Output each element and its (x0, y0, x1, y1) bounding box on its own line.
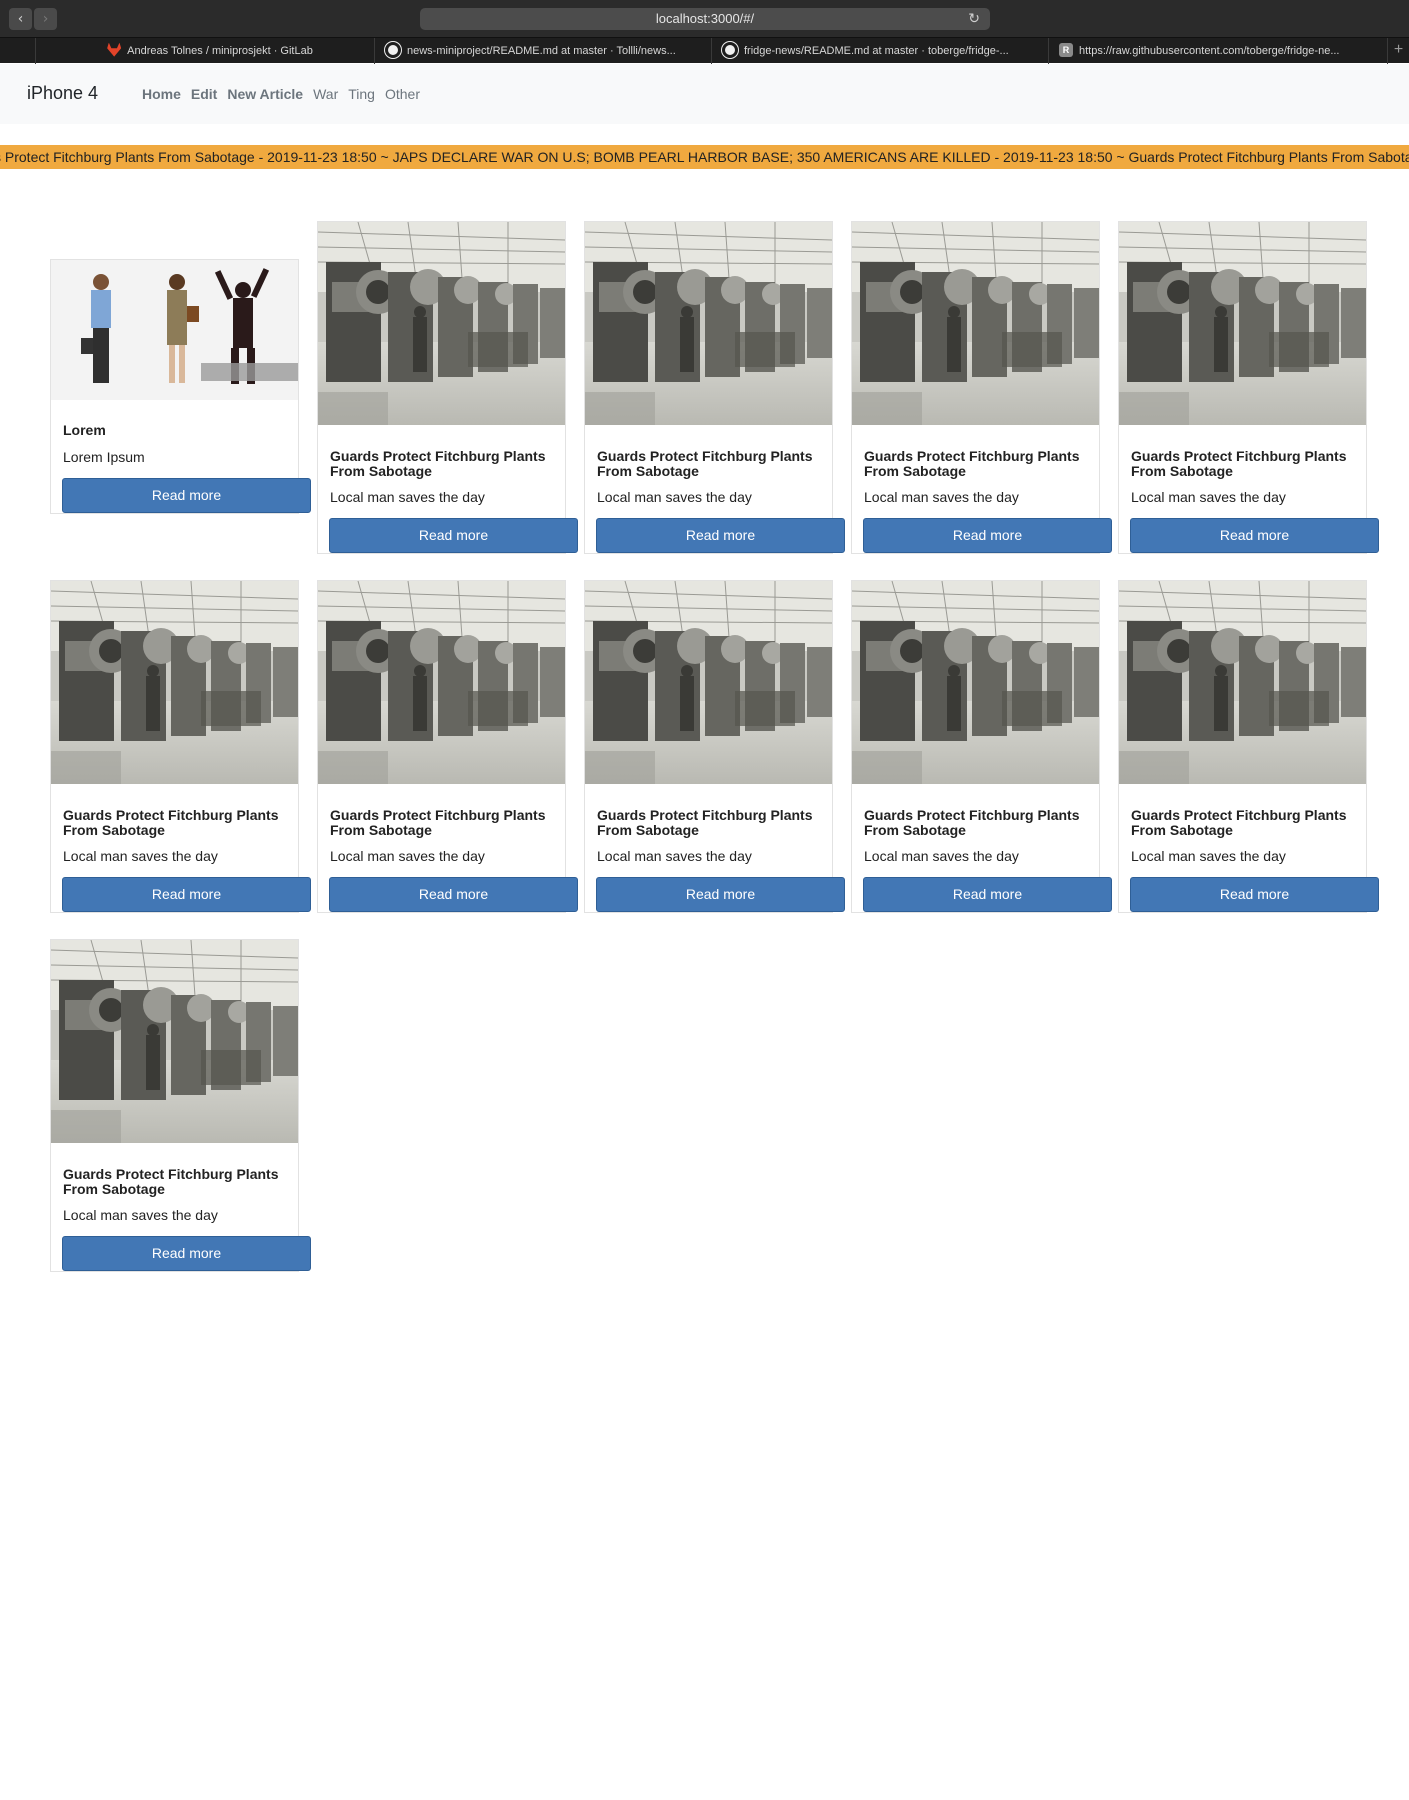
card-text: Local man saves the day (597, 489, 752, 505)
card-title: Guards Protect Fitchburg Plants From Sab… (864, 807, 1080, 838)
card-text: Local man saves the day (1131, 848, 1286, 864)
card-title: Guards Protect Fitchburg Plants From Sab… (63, 1166, 279, 1197)
factory-photo (51, 940, 298, 1143)
card-text: Lorem Ipsum (63, 449, 145, 465)
browser-tab[interactable]: fridge-news/README.md at master · toberg… (711, 38, 1048, 64)
url-text: localhost:3000/#/ (655, 11, 755, 26)
address-bar[interactable]: localhost:3000/#/ ↻ (420, 8, 990, 30)
browser-toolbar: ‹ › localhost:3000/#/ ↻ (0, 0, 1409, 37)
card-title: Guards Protect Fitchburg Plants From Sab… (597, 448, 813, 479)
factory-photo (852, 581, 1099, 784)
tab-title: fridge-news/README.md at master · toberg… (744, 45, 1009, 57)
article-card: Guards Protect Fitchburg Plants From Sab… (584, 221, 845, 554)
card-title: Guards Protect Fitchburg Plants From Sab… (63, 807, 279, 838)
news-ticker: s Protect Fitchburg Plants From Sabotage… (0, 145, 1409, 169)
card-text: Local man saves the day (864, 489, 1019, 505)
card-title: Guards Protect Fitchburg Plants From Sab… (1131, 807, 1347, 838)
github-icon (722, 41, 738, 58)
tab-title: news-miniproject/README.md at master · T… (407, 45, 676, 57)
card-title: Lorem (63, 422, 106, 438)
card-title: Guards Protect Fitchburg Plants From Sab… (330, 448, 546, 479)
card-text: Local man saves the day (63, 1207, 218, 1223)
nav-link-new-article[interactable]: New Article (227, 86, 303, 102)
browser-tab[interactable]: Andreas Tolnes / miniprosjekt · GitLab (35, 38, 374, 64)
ticker-text: s Protect Fitchburg Plants From Sabotage… (0, 149, 1409, 165)
read-more-button[interactable]: Read more (329, 877, 578, 912)
card-title: Guards Protect Fitchburg Plants From Sab… (864, 448, 1080, 479)
new-tab-button[interactable]: + (1387, 38, 1409, 64)
tab-title: https://raw.githubusercontent.com/toberg… (1079, 45, 1340, 57)
read-more-button[interactable]: Read more (62, 1236, 311, 1271)
article-card: Guards Protect Fitchburg Plants From Sab… (317, 580, 578, 913)
article-card: Guards Protect Fitchburg Plants From Sab… (50, 580, 311, 913)
article-card: Guards Protect Fitchburg Plants From Sab… (584, 580, 845, 913)
nav-link-other[interactable]: Other (385, 86, 420, 102)
nav-links: Home Edit New Article War Ting Other (142, 86, 420, 102)
reload-icon[interactable]: ↻ (968, 8, 980, 30)
factory-photo (852, 222, 1099, 425)
nav-link-war[interactable]: War (313, 86, 338, 102)
card-text: Local man saves the day (597, 848, 752, 864)
raw-icon: R (1059, 42, 1073, 57)
factory-photo (51, 581, 298, 784)
tab-title: Andreas Tolnes / miniprosjekt · GitLab (127, 45, 313, 57)
card-text: Local man saves the day (330, 848, 485, 864)
card-text: Local man saves the day (864, 848, 1019, 864)
read-more-button[interactable]: Read more (62, 877, 311, 912)
card-title: Guards Protect Fitchburg Plants From Sab… (597, 807, 813, 838)
github-icon (385, 41, 401, 58)
browser-tab[interactable]: news-miniproject/README.md at master · T… (374, 38, 711, 64)
tab-bar: Andreas Tolnes / miniprosjekt · GitLab n… (0, 37, 1409, 64)
article-card: Guards Protect Fitchburg Plants From Sab… (1118, 221, 1379, 554)
factory-photo (585, 222, 832, 425)
read-more-button[interactable]: Read more (863, 877, 1112, 912)
factory-photo (318, 222, 565, 425)
card-title: Guards Protect Fitchburg Plants From Sab… (1131, 448, 1347, 479)
people-handshake-photo (51, 260, 298, 400)
app-navbar: iPhone 4 Home Edit New Article War Ting … (0, 64, 1409, 124)
factory-photo (318, 581, 565, 784)
article-card: Lorem Lorem Ipsum Read more (50, 259, 311, 514)
factory-photo (585, 581, 832, 784)
read-more-button[interactable]: Read more (1130, 877, 1379, 912)
article-card: Guards Protect Fitchburg Plants From Sab… (1118, 580, 1379, 913)
back-button[interactable]: ‹ (9, 8, 32, 30)
article-card: Guards Protect Fitchburg Plants From Sab… (851, 580, 1112, 913)
card-text: Local man saves the day (1131, 489, 1286, 505)
read-more-button[interactable]: Read more (596, 877, 845, 912)
forward-button[interactable]: › (34, 8, 57, 30)
read-more-button[interactable]: Read more (863, 518, 1112, 553)
factory-photo (1119, 222, 1366, 425)
factory-photo (1119, 581, 1366, 784)
brand[interactable]: iPhone 4 (27, 83, 98, 104)
gitlab-icon (107, 42, 122, 57)
nav-link-edit[interactable]: Edit (191, 86, 217, 102)
read-more-button[interactable]: Read more (329, 518, 578, 553)
card-text: Local man saves the day (63, 848, 218, 864)
nav-link-home[interactable]: Home (142, 86, 181, 102)
article-card: Guards Protect Fitchburg Plants From Sab… (317, 221, 578, 554)
nav-link-ting[interactable]: Ting (348, 86, 375, 102)
article-card: Guards Protect Fitchburg Plants From Sab… (851, 221, 1112, 554)
card-title: Guards Protect Fitchburg Plants From Sab… (330, 807, 546, 838)
article-card: Guards Protect Fitchburg Plants From Sab… (50, 939, 311, 1272)
read-more-button[interactable]: Read more (596, 518, 845, 553)
read-more-button[interactable]: Read more (1130, 518, 1379, 553)
card-text: Local man saves the day (330, 489, 485, 505)
read-more-button[interactable]: Read more (62, 478, 311, 513)
browser-tab[interactable]: Rhttps://raw.githubusercontent.com/tober… (1048, 38, 1387, 64)
